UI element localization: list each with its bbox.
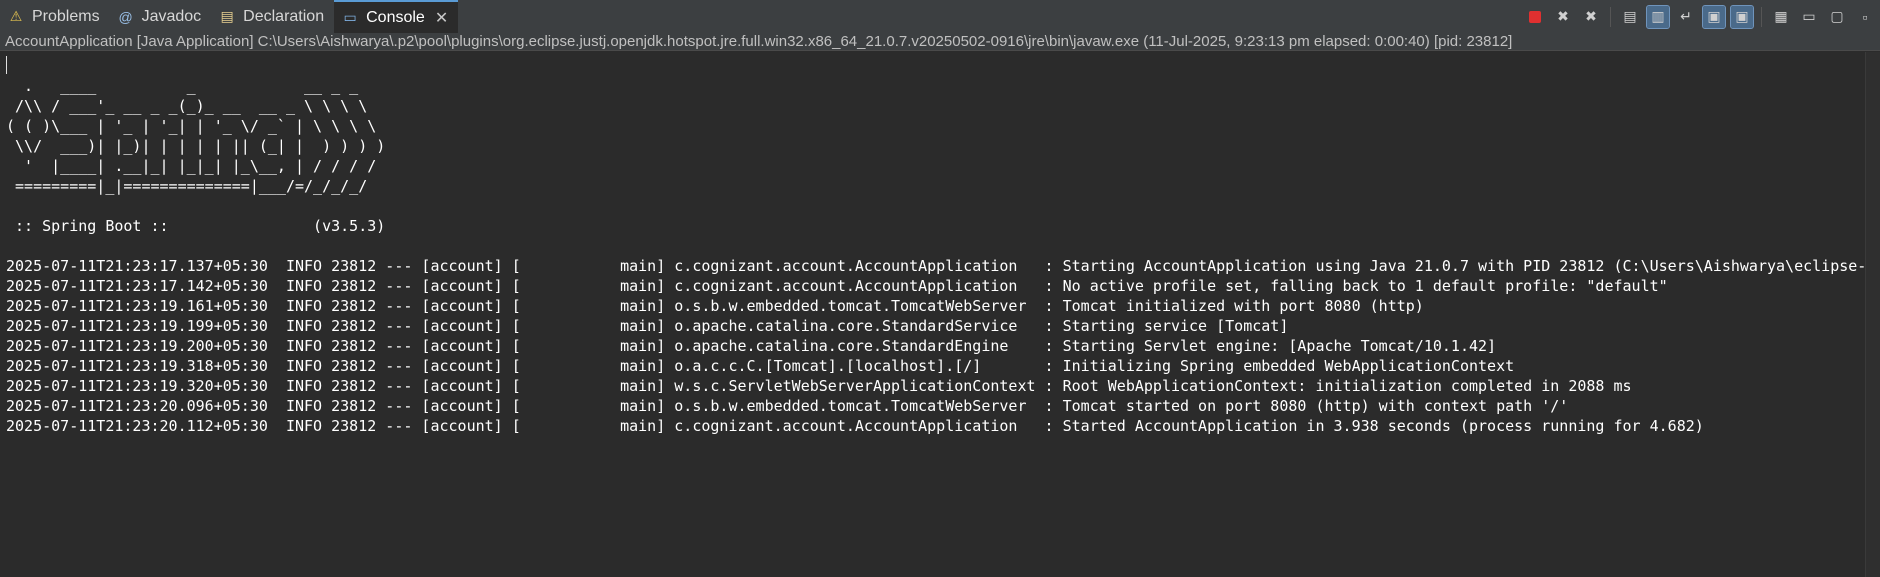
- scroll-lock-icon[interactable]: ▥: [1646, 4, 1670, 29]
- log-line: 2025-07-11T21:23:17.142+05:30 INFO 23812…: [6, 277, 1668, 295]
- log-line: 2025-07-11T21:23:19.199+05:30 INFO 23812…: [6, 317, 1289, 335]
- display-console-icon[interactable]: ▭: [1798, 6, 1820, 28]
- log-lines: 2025-07-11T21:23:17.137+05:30 INFO 23812…: [6, 257, 1866, 435]
- word-wrap-icon[interactable]: ↵: [1675, 6, 1697, 28]
- tab-label: Problems: [32, 7, 100, 25]
- remove-all-terminated-icon[interactable]: ✖: [1580, 6, 1602, 28]
- log-line: 2025-07-11T21:23:19.320+05:30 INFO 23812…: [6, 377, 1632, 395]
- minimize-icon[interactable]: ▫: [1854, 6, 1876, 28]
- log-line: 2025-07-11T21:23:19.200+05:30 INFO 23812…: [6, 337, 1497, 355]
- show-on-stderr-icon[interactable]: ▣: [1730, 4, 1754, 29]
- console-icon: ▭: [343, 9, 357, 25]
- banner-line: =========|_|==============|___/=/_/_/_/: [15, 177, 368, 195]
- tab-javadoc[interactable]: @ Javadoc: [110, 0, 212, 33]
- banner-line: ( ( )\___ | '_ | '_| | '_ \/ _` | \ \ \ …: [6, 117, 377, 135]
- log-line: 2025-07-11T21:23:19.318+05:30 INFO 23812…: [6, 357, 1515, 375]
- toolbar-separator: [1761, 6, 1762, 27]
- pin-console-icon[interactable]: ▦: [1770, 6, 1792, 28]
- toolbar-separator: [1610, 6, 1611, 27]
- process-title: AccountApplication [Java Application] C:…: [0, 33, 1880, 51]
- remove-launch-icon[interactable]: ✖: [1552, 6, 1574, 28]
- banner-line: :: Spring Boot :: (v3.5.3): [15, 217, 386, 235]
- declaration-icon: ▤: [220, 8, 234, 24]
- tab-label: Declaration: [243, 7, 325, 25]
- console-toolbar: ✖ ✖ ▤ ▥ ↵ ▣ ▣ ▦ ▭ ▢ ▫: [1524, 0, 1876, 33]
- log-line: 2025-07-11T21:23:19.161+05:30 INFO 23812…: [6, 297, 1424, 315]
- show-on-stdout-icon[interactable]: ▣: [1702, 4, 1726, 29]
- vertical-scrollbar[interactable]: [1865, 52, 1880, 577]
- javadoc-icon: @: [118, 8, 133, 25]
- console-text: . ____ _ __ _ _ /\\ / ___'_ __ _ _(_)_ _…: [6, 56, 1866, 436]
- close-icon[interactable]: ✕: [435, 8, 448, 28]
- tab-declaration[interactable]: ▤ Declaration: [211, 0, 334, 33]
- banner-line: \\/ ___)| |_)| | | | | || (_| | ) ) ) ): [15, 137, 386, 155]
- tab-problems[interactable]: ⚠ Problems: [0, 0, 110, 33]
- clear-console-icon[interactable]: ▤: [1619, 6, 1641, 28]
- log-line: 2025-07-11T21:23:20.096+05:30 INFO 23812…: [6, 397, 1569, 415]
- open-console-icon[interactable]: ▢: [1826, 6, 1848, 28]
- spring-boot-banner: . ____ _ __ _ _ /\\ / ___'_ __ _ _(_)_ _…: [6, 77, 385, 235]
- tab-console[interactable]: ▭ Console ✕: [334, 0, 459, 33]
- banner-line: ' |____| .__|_| |_|_| |_\__, | / / / /: [24, 157, 377, 175]
- terminate-icon[interactable]: [1524, 6, 1546, 28]
- banner-line: /\\ / ___'_ __ _ _(_)_ __ __ _ \ \ \ \: [15, 97, 368, 115]
- banner-line: . ____ _ __ _ _: [24, 77, 359, 95]
- log-line: 2025-07-11T21:23:20.112+05:30 INFO 23812…: [6, 417, 1704, 435]
- tab-label: Javadoc: [141, 7, 202, 25]
- problems-icon: ⚠: [9, 8, 23, 24]
- log-line: 2025-07-11T21:23:17.137+05:30 INFO 23812…: [6, 257, 1866, 275]
- tab-label: Console: [366, 8, 425, 26]
- console-output-area[interactable]: . ____ _ __ _ _ /\\ / ___'_ __ _ _(_)_ _…: [0, 52, 1866, 577]
